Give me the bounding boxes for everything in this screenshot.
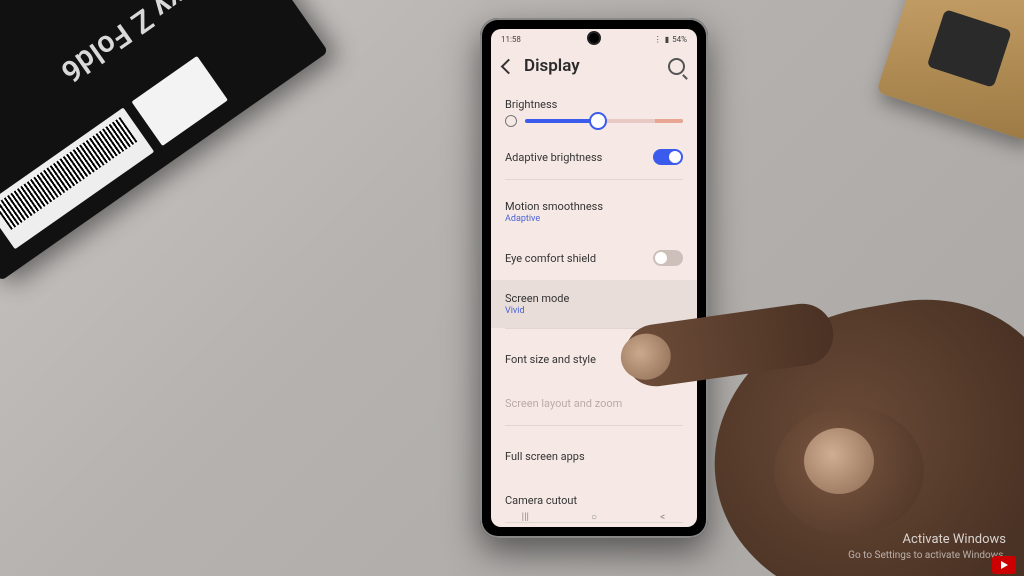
brightness-slider[interactable] [525,119,683,123]
wooden-clamp [876,0,1024,141]
row-sub: Vivid [505,306,569,316]
page-title: Display [524,56,658,76]
row-label: Camera cutout [505,494,577,507]
status-time: 11:58 [501,35,521,44]
row-label: Eye comfort shield [505,252,596,265]
signal-icon: ▮ [665,35,669,44]
brightness-label: Brightness [505,98,683,111]
row-label: Font size and style [505,353,596,366]
wifi-icon: ⋮ [654,35,662,44]
brightness-low-icon [505,115,517,127]
back-icon[interactable] [501,58,517,74]
toggle[interactable] [653,149,683,165]
setting-row-adaptive-brightness[interactable]: Adaptive brightness [491,135,697,179]
nav-recents[interactable]: ||| [518,512,532,523]
photo-scene: Galaxy Z Fold6 11:58 ⋮ ▮ 54% Display [0,0,1024,576]
nav-home[interactable]: ○ [587,512,601,523]
settings-header: Display [491,46,697,90]
thumb-finger [774,406,924,536]
status-right: ⋮ ▮ 54% [654,35,687,44]
brightness-thumb[interactable] [589,112,607,130]
punch-hole-camera [589,33,599,43]
row-label: Screen layout and zoom [505,397,622,410]
brightness-slider-row [491,111,697,135]
row-label: Screen mode [505,292,569,305]
barcode-sticker [0,108,154,250]
label-sticker [131,56,228,146]
product-box: Galaxy Z Fold6 [0,0,328,281]
battery-text: 54% [672,35,687,44]
row-label: Motion smoothness [505,200,603,213]
windows-watermark: Activate Windows Go to Settings to activ… [848,531,1006,562]
watermark-sub: Go to Settings to activate Windows. [848,549,1006,563]
box-brand-text: Galaxy Z Fold6 [54,0,242,89]
row-label: Full screen apps [505,450,585,463]
row-label: Adaptive brightness [505,151,602,164]
brightness-section: Brightness [491,98,697,111]
row-sub: Adaptive [505,214,603,224]
search-icon[interactable] [668,58,685,75]
hand [644,226,1024,576]
watermark-title: Activate Windows [848,531,1006,549]
youtube-logo-icon [992,556,1016,574]
